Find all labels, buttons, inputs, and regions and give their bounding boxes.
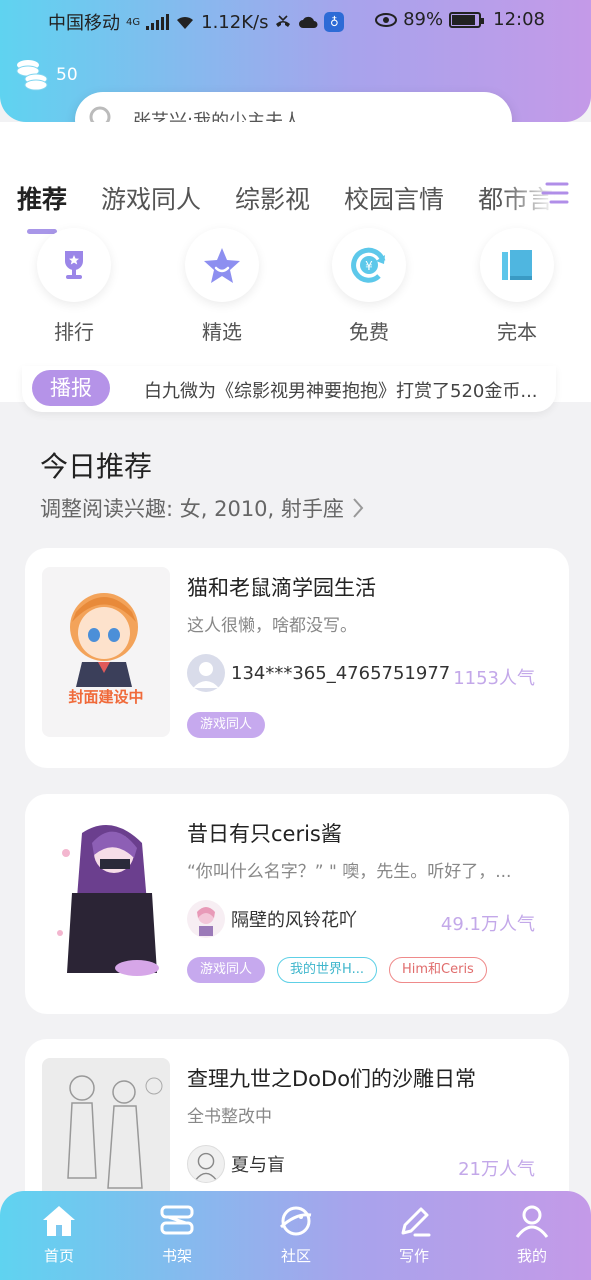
tab-recommend[interactable]: 推荐 <box>17 180 67 216</box>
popularity-count: 1153人气 <box>453 668 535 689</box>
popularity-count: 21万人气 <box>458 1159 535 1180</box>
quick-nav-label: 精选 <box>202 320 242 344</box>
coin-count: 50 <box>56 65 78 85</box>
coin-balance[interactable]: 50 <box>14 58 78 92</box>
book-title: 昔日有只ceris酱 <box>187 822 342 846</box>
nav-bookshelf[interactable]: 书架 <box>137 1203 217 1266</box>
avatar <box>187 1145 225 1183</box>
yen-refresh-icon: ¥ <box>332 228 406 302</box>
category-tabs: 推荐 游戏同人 综影视 校园言情 都市言情 <box>17 180 578 216</box>
book-description: “你叫什么名字？” " 噢，先生。听好了，... <box>187 862 512 882</box>
author-name: 134***365_4765751977 <box>231 662 451 684</box>
broadcast-tag: 播报 <box>32 370 110 406</box>
popularity-count: 49.1万人气 <box>440 914 535 935</box>
svg-text:¥: ¥ <box>365 259 373 273</box>
book-tag[interactable]: 我的世界H... <box>277 957 377 983</box>
eye-icon <box>375 12 398 27</box>
tab-film-tv[interactable]: 综影视 <box>235 180 310 216</box>
clock: 12:08 <box>493 9 545 30</box>
bottom-navigation: 首页 书架 社区 写作 我的 <box>0 1191 591 1280</box>
wifi-icon <box>177 16 194 29</box>
book-cover <box>42 813 170 983</box>
tab-campus-romance[interactable]: 校园言情 <box>344 180 444 216</box>
nav-home[interactable]: 首页 <box>19 1203 99 1266</box>
quick-nav-label: 完本 <box>497 320 537 344</box>
anime-girl-cover-illustration <box>57 825 159 976</box>
book-tags: 游戏同人 我的世界H... Him和Ceris <box>187 957 487 983</box>
pen-icon <box>401 1207 431 1237</box>
tab-game-fanfic[interactable]: 游戏同人 <box>101 180 201 216</box>
missed-call-icon <box>276 15 291 27</box>
quick-nav-ranking[interactable]: 排行 <box>34 228 114 345</box>
network-speed: 1.12K/s <box>201 11 269 33</box>
avatar <box>187 654 225 692</box>
cloud-icon <box>299 16 318 28</box>
book-author[interactable]: 134***365_4765751977 <box>187 654 450 692</box>
nav-label: 首页 <box>43 1247 74 1265</box>
broadcast-ticker[interactable]: 播报 白九微为《综影视男神要抱抱》打赏了520金币... <box>22 366 556 412</box>
adjust-interest-text: 调整阅读兴趣: 女, 2010, 射手座 <box>40 497 344 521</box>
placeholder-cover-illustration <box>70 593 138 687</box>
nav-label: 我的 <box>516 1247 547 1265</box>
book-author[interactable]: 隔壁的风铃花吖 <box>187 900 357 938</box>
battery-icon <box>449 11 485 28</box>
nav-label: 书架 <box>161 1247 192 1265</box>
book-card[interactable]: 昔日有只ceris酱 “你叫什么名字？” " 噢，先生。听好了，... 隔壁的风… <box>25 794 569 1014</box>
book-cover: 封面建设中 <box>42 567 170 737</box>
status-bar: 中国移动 4G 1.12K/s ♁ 89% 12:08 <box>0 0 591 40</box>
battery-percent: 89% <box>403 9 444 30</box>
user-icon <box>515 1205 549 1238</box>
broadcast-text: 白九微为《综影视男神要抱抱》打赏了520金币... <box>144 381 538 402</box>
author-name: 隔壁的风铃花吖 <box>231 910 357 931</box>
network-type: 4G <box>126 16 141 28</box>
signal-icon <box>146 14 170 30</box>
book-description: 这人很懒，啥都没写。 <box>187 616 357 636</box>
nav-label: 写作 <box>398 1247 429 1265</box>
author-name: 夏与盲 <box>231 1155 285 1176</box>
adjust-interest-link[interactable]: 调整阅读兴趣: 女, 2010, 射手座 <box>40 493 364 523</box>
book-title: 猫和老鼠滴学园生活 <box>187 576 376 600</box>
book-description: 全书整改中 <box>187 1107 272 1127</box>
book-tag[interactable]: 游戏同人 <box>187 957 266 983</box>
quick-nav-label: 排行 <box>54 320 94 344</box>
book-tag[interactable]: Him和Ceris <box>388 957 487 983</box>
nav-community[interactable]: 社区 <box>256 1203 336 1266</box>
chevron-right-icon <box>353 498 364 518</box>
nav-label: 社区 <box>280 1247 311 1265</box>
home-icon <box>43 1206 75 1236</box>
cover-placeholder-text: 封面建设中 <box>68 688 144 706</box>
bookshelf-icon <box>160 1205 194 1235</box>
quick-nav: 排行 精选 ¥ 免费 完本 <box>0 228 591 348</box>
category-menu-icon[interactable] <box>541 180 569 206</box>
star-icon <box>185 228 259 302</box>
quick-nav-featured[interactable]: 精选 <box>182 228 262 345</box>
nav-write[interactable]: 写作 <box>374 1203 454 1266</box>
quick-nav-free[interactable]: ¥ 免费 <box>329 228 409 345</box>
book-card[interactable]: 封面建设中 猫和老鼠滴学园生活 这人很懒，啥都没写。 134***365_476… <box>25 548 569 768</box>
carrier-label: 中国移动 <box>48 13 120 34</box>
book-author[interactable]: 夏与盲 <box>187 1145 285 1183</box>
avatar <box>187 900 225 938</box>
book-title: 查理九世之DoDo们的沙雕日常 <box>187 1067 477 1091</box>
book-icon <box>480 228 554 302</box>
section-title: 今日推荐 <box>40 450 153 483</box>
quick-nav-completed[interactable]: 完本 <box>477 228 557 345</box>
trophy-icon <box>37 228 111 302</box>
nav-profile[interactable]: 我的 <box>492 1203 572 1266</box>
book-tags: 游戏同人 <box>187 712 266 738</box>
quick-nav-label: 免费 <box>349 320 389 344</box>
planet-icon <box>279 1206 312 1236</box>
bulb-icon: ♁ <box>324 12 345 32</box>
coins-icon <box>16 60 48 91</box>
book-tag[interactable]: 游戏同人 <box>187 712 266 738</box>
